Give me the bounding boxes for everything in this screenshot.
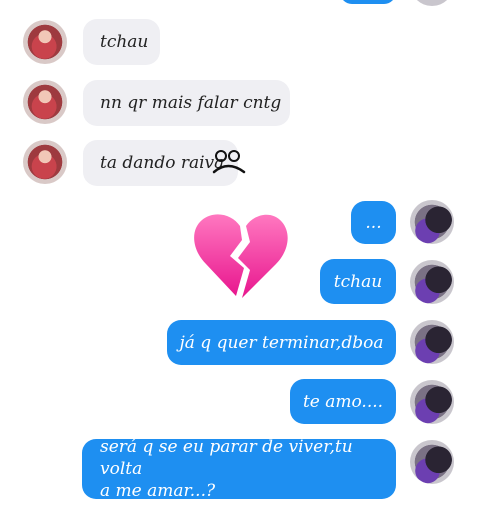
message-text: ... (365, 212, 382, 233)
message-bubble-partial[interactable] (340, 0, 396, 4)
message-text-line-1: será q se eu parar de viver,tu volta (100, 437, 353, 479)
avatar[interactable] (410, 440, 454, 484)
sent-message-bubble[interactable]: te amo.... (290, 379, 396, 424)
sad-face-icon (210, 149, 250, 181)
message-text: nn qr mais falar cntg (100, 93, 282, 113)
message-text-line-2: a me amar...? (100, 481, 216, 501)
avatar[interactable] (410, 260, 454, 304)
message-text: tchau (333, 271, 383, 292)
received-message-bubble[interactable]: nn qr mais falar cntg (83, 80, 290, 126)
avatar[interactable] (23, 80, 67, 124)
message-text: tchau (100, 32, 149, 52)
avatar[interactable] (410, 320, 454, 364)
avatar[interactable] (23, 20, 67, 64)
message-text: ta dando raiva (100, 153, 225, 173)
avatar[interactable] (410, 0, 454, 6)
received-message-bubble[interactable]: tchau (83, 19, 160, 65)
avatar[interactable] (410, 200, 454, 244)
sent-message-bubble[interactable]: tchau (320, 259, 396, 304)
message-text: já q quer terminar,dboa (179, 332, 384, 353)
broken-heart-icon (194, 214, 288, 298)
avatar[interactable] (23, 140, 67, 184)
avatar[interactable] (410, 380, 454, 424)
sent-message-bubble[interactable]: será q se eu parar de viver,tu volta a m… (82, 437, 396, 501)
sent-message-bubble[interactable]: ... (351, 201, 396, 244)
sent-message-bubble[interactable]: já q quer terminar,dboa (167, 320, 396, 365)
message-text: te amo.... (302, 391, 384, 412)
